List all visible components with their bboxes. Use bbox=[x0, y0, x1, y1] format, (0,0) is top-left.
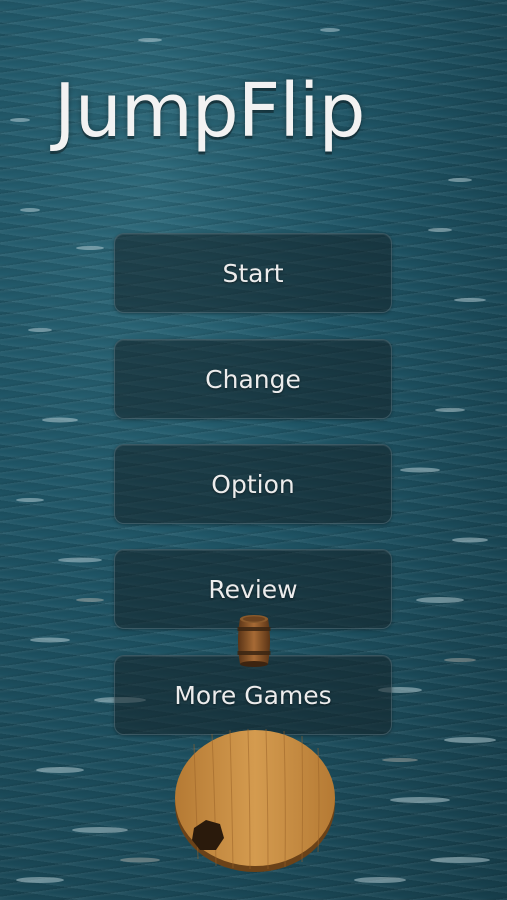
start-button[interactable]: Start bbox=[114, 233, 392, 313]
start-button-label: Start bbox=[222, 258, 284, 288]
option-button-label: Option bbox=[211, 469, 295, 499]
change-button-label: Change bbox=[205, 364, 301, 394]
option-button[interactable]: Option bbox=[114, 444, 392, 524]
more-games-button-label: More Games bbox=[174, 680, 332, 710]
review-button-label: Review bbox=[208, 574, 298, 604]
game-screen: JumpFlip Start Change Option Review More… bbox=[0, 0, 507, 900]
wooden-platform bbox=[175, 728, 335, 872]
game-title: JumpFlip bbox=[54, 68, 366, 154]
game-logo: JumpFlip bbox=[40, 58, 470, 178]
change-button[interactable]: Change bbox=[114, 339, 392, 419]
game-title-flip: Flip bbox=[237, 68, 366, 154]
barrel-character bbox=[237, 615, 271, 667]
game-title-jump: Jump bbox=[54, 68, 239, 154]
